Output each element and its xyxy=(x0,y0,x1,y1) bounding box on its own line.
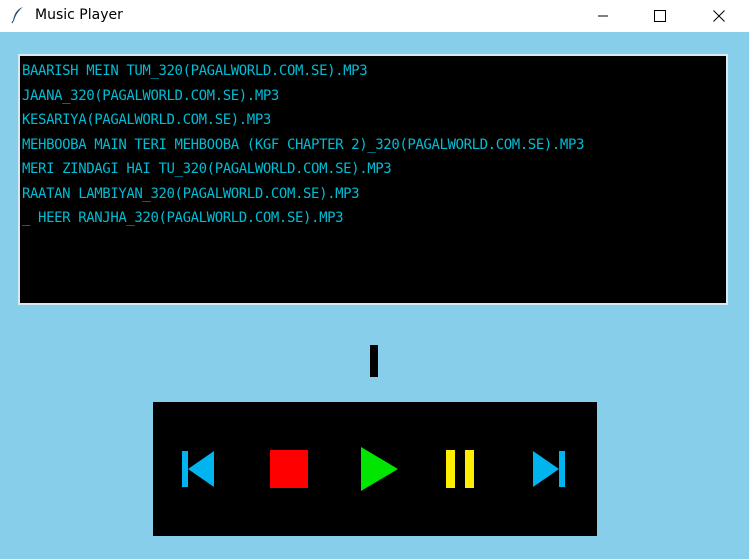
status-indicator xyxy=(370,345,378,377)
minimize-button[interactable] xyxy=(580,0,626,32)
playlist-item[interactable]: _ HEER RANJHA_320(PAGALWORLD.COM.SE).MP3 xyxy=(20,206,726,231)
maximize-icon xyxy=(654,10,666,22)
title-bar: Music Player xyxy=(0,0,749,32)
feather-icon xyxy=(11,7,23,24)
minimize-icon xyxy=(598,15,608,17)
maximize-button[interactable] xyxy=(637,0,683,32)
play-button[interactable] xyxy=(357,446,401,492)
stop-button[interactable] xyxy=(267,446,311,492)
close-button[interactable] xyxy=(696,0,742,32)
stop-icon xyxy=(270,450,308,488)
playlist-box[interactable]: BAARISH MEIN TUM_320(PAGALWORLD.COM.SE).… xyxy=(18,54,728,305)
pause-button[interactable] xyxy=(438,446,482,492)
playlist-item[interactable]: RAATAN LAMBIYAN_320(PAGALWORLD.COM.SE).M… xyxy=(20,182,726,207)
skip-next-icon xyxy=(533,451,565,487)
previous-button[interactable] xyxy=(176,446,220,492)
playlist-item[interactable]: MERI ZINDAGI HAI TU_320(PAGALWORLD.COM.S… xyxy=(20,157,726,182)
controls-panel xyxy=(153,402,597,536)
playlist-item[interactable]: JAANA_320(PAGALWORLD.COM.SE).MP3 xyxy=(20,84,726,109)
skip-previous-icon xyxy=(182,451,214,487)
playlist-item[interactable]: BAARISH MEIN TUM_320(PAGALWORLD.COM.SE).… xyxy=(20,59,726,84)
window-title: Music Player xyxy=(35,7,123,23)
close-icon xyxy=(713,10,725,22)
playlist-item[interactable]: MEHBOOBA MAIN TERI MEHBOOBA (KGF CHAPTER… xyxy=(20,133,726,158)
play-icon xyxy=(361,447,398,491)
playlist-item[interactable]: KESARIYA(PAGALWORLD.COM.SE).MP3 xyxy=(20,108,726,133)
pause-icon xyxy=(446,450,474,488)
next-button[interactable] xyxy=(527,446,571,492)
